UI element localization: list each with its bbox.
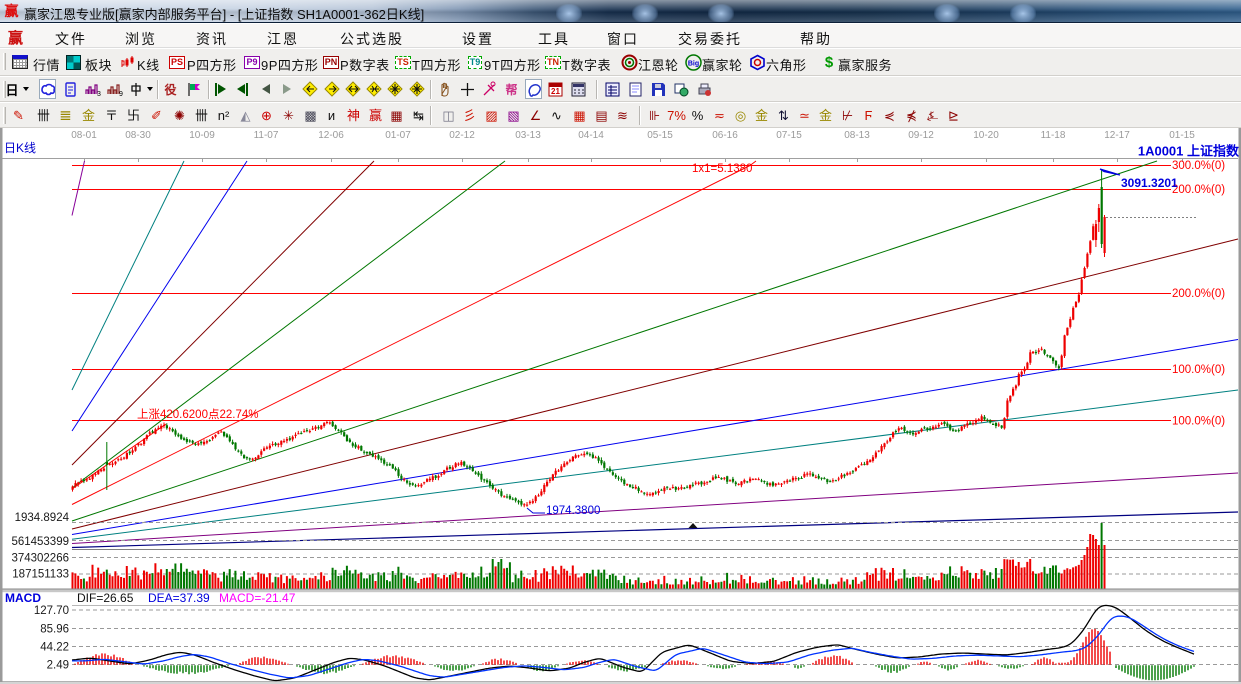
svg-text:561453399: 561453399	[11, 536, 69, 548]
svg-text:300.0%(0): 300.0%(0)	[1172, 160, 1225, 172]
svg-text:374302266: 374302266	[11, 553, 69, 565]
svg-text:08-13: 08-13	[844, 130, 870, 141]
svg-text:127.70: 127.70	[34, 605, 69, 617]
svg-text:2.49: 2.49	[47, 660, 69, 672]
svg-text:200.0%(0): 200.0%(0)	[1172, 184, 1225, 196]
svg-text:100.0%(0): 100.0%(0)	[1172, 364, 1225, 376]
svg-text:02-12: 02-12	[449, 130, 475, 141]
svg-text:01-15: 01-15	[1169, 130, 1195, 141]
svg-text:日K线: 日K线	[4, 141, 36, 155]
svg-text:MACD: MACD	[5, 591, 41, 605]
svg-text:08-01: 08-01	[71, 130, 97, 141]
svg-text:09-12: 09-12	[908, 130, 934, 141]
svg-text:11-07: 11-07	[254, 130, 279, 141]
svg-text:10-20: 10-20	[973, 130, 999, 141]
svg-text:1934.8924: 1934.8924	[15, 512, 70, 524]
svg-text:187151133: 187151133	[12, 569, 69, 581]
svg-text:01-07: 01-07	[385, 130, 411, 141]
svg-text:10-09: 10-09	[189, 130, 215, 141]
svg-text:44.22: 44.22	[40, 642, 69, 654]
svg-text:11-18: 11-18	[1041, 130, 1066, 141]
svg-text:03-13: 03-13	[515, 130, 541, 141]
svg-text:200.0%(0): 200.0%(0)	[1172, 288, 1225, 300]
svg-text:1A0001 上证指数: 1A0001 上证指数	[1138, 144, 1240, 159]
svg-text:1974.3800: 1974.3800	[546, 505, 600, 517]
svg-text:85.96: 85.96	[40, 623, 69, 635]
svg-text:08-30: 08-30	[125, 130, 151, 141]
svg-text:06-16: 06-16	[712, 130, 738, 141]
svg-text:上涨420.6200点22.74%: 上涨420.6200点22.74%	[137, 408, 258, 421]
svg-text:3091.3201: 3091.3201	[1121, 176, 1178, 190]
svg-text:1x1=5.1380: 1x1=5.1380	[692, 163, 752, 175]
svg-text:MACD=-21.47: MACD=-21.47	[219, 591, 296, 605]
svg-text:DEA=37.39: DEA=37.39	[148, 591, 210, 605]
svg-text:12-17: 12-17	[1104, 130, 1130, 141]
svg-text:12-06: 12-06	[318, 130, 344, 141]
svg-text:DIF=26.65: DIF=26.65	[77, 591, 134, 605]
svg-text:100.0%(0): 100.0%(0)	[1172, 416, 1225, 428]
svg-text:07-15: 07-15	[776, 130, 802, 141]
svg-text:05-15: 05-15	[647, 130, 673, 141]
svg-text:04-14: 04-14	[578, 130, 604, 141]
